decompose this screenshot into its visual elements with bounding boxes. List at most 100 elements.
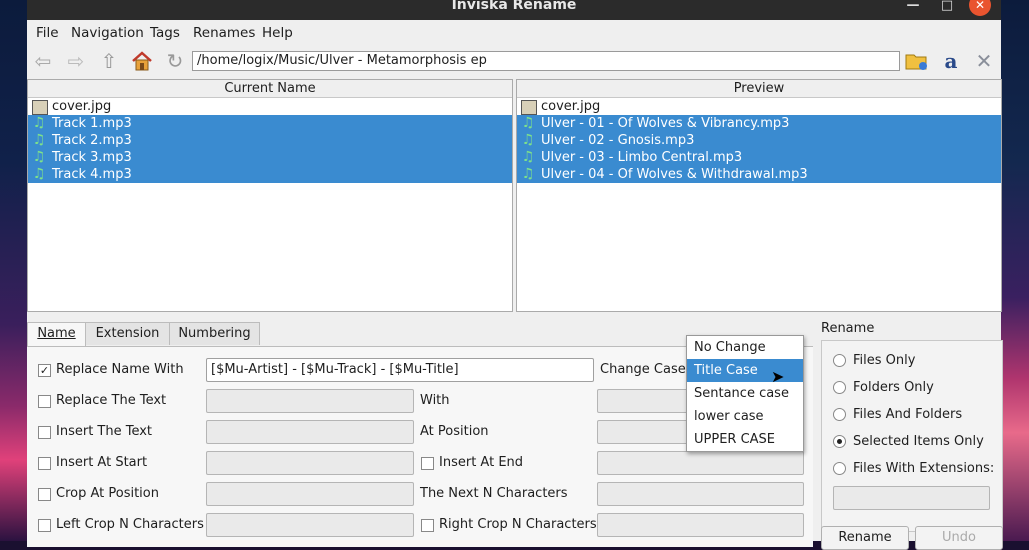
- rename-button[interactable]: Rename: [821, 526, 909, 550]
- case-option-sentance-case[interactable]: Sentance case: [687, 382, 803, 405]
- radio-selected-items-only[interactable]: [833, 435, 846, 448]
- tab-name-label: Name: [37, 326, 76, 341]
- folders-only-label: Folders Only: [853, 380, 934, 395]
- menu-file[interactable]: File: [36, 25, 59, 41]
- file-row[interactable]: cover.jpg: [28, 98, 512, 115]
- insert-start-checkbox[interactable]: [38, 457, 51, 470]
- menu-help[interactable]: Help: [262, 25, 293, 41]
- rename-group: Rename Files Only Folders Only Files And…: [821, 320, 1003, 550]
- settings-tools-icon[interactable]: ✕: [971, 48, 997, 74]
- radio-files-with-extensions[interactable]: [833, 462, 846, 475]
- crop-position-checkbox[interactable]: [38, 488, 51, 501]
- path-input[interactable]: /home/logix/Music/Ulver - Metamorphosis …: [192, 51, 900, 71]
- left-crop-input[interactable]: [206, 513, 414, 537]
- file-row[interactable]: ♫ Track 4.mp3: [28, 166, 512, 183]
- minimize-icon[interactable]: —: [903, 0, 923, 15]
- replace-name-input[interactable]: [$Mu-Artist] - [$Mu-Track] - [$Mu-Title]: [206, 358, 594, 382]
- right-crop-checkbox[interactable]: [421, 519, 434, 532]
- insert-start-input[interactable]: [206, 451, 414, 475]
- tab-numbering-label: Numbering: [178, 326, 251, 341]
- file-name: cover.jpg: [52, 99, 112, 114]
- music-note-icon: ♫: [32, 149, 46, 165]
- menu-navigation[interactable]: Navigation: [71, 25, 144, 41]
- left-crop-label: Left Crop N Characters: [56, 517, 204, 532]
- change-case-label: Change Case: [600, 362, 686, 377]
- at-position-label: At Position: [420, 424, 489, 439]
- undo-button[interactable]: Undo: [915, 526, 1003, 550]
- menu-tags[interactable]: Tags: [150, 25, 180, 41]
- tab-extension[interactable]: Extension: [85, 322, 170, 345]
- music-note-icon: ♫: [521, 115, 535, 131]
- preview-header: Preview: [517, 80, 1001, 98]
- replace-name-label: Replace Name With: [56, 362, 184, 377]
- image-icon: [32, 100, 48, 115]
- radio-files-and-folders[interactable]: [833, 408, 846, 421]
- file-name: Ulver - 02 - Gnosis.mp3: [541, 133, 695, 148]
- refresh-icon[interactable]: ↻: [162, 48, 188, 74]
- music-note-icon: ♫: [521, 132, 535, 148]
- insert-text-label: Insert The Text: [56, 424, 153, 439]
- change-case-dropdown[interactable]: No Change Title Case Sentance case lower…: [686, 335, 804, 452]
- music-note-icon: ♫: [32, 166, 46, 182]
- menu-renames[interactable]: Renames: [193, 25, 255, 41]
- radio-folders-only[interactable]: [833, 381, 846, 394]
- file-name: Track 2.mp3: [52, 133, 132, 148]
- case-option-lower-case[interactable]: lower case: [687, 405, 803, 428]
- menu-bar: File Navigation Tags Renames Help: [27, 22, 1001, 44]
- selected-items-only-label: Selected Items Only: [853, 434, 984, 449]
- files-with-extensions-label: Files With Extensions:: [853, 461, 995, 476]
- back-icon[interactable]: ⇦: [30, 48, 56, 74]
- insert-end-input[interactable]: [597, 451, 804, 475]
- music-note-icon: ♫: [32, 132, 46, 148]
- file-name: Ulver - 03 - Limbo Central.mp3: [541, 150, 743, 165]
- file-name: Ulver - 01 - Of Wolves & Vibrancy.mp3: [541, 116, 790, 131]
- file-row[interactable]: ♫ Track 1.mp3: [28, 115, 512, 132]
- case-option-title-case[interactable]: Title Case: [687, 359, 803, 382]
- next-n-chars-label: The Next N Characters: [420, 486, 568, 501]
- file-row[interactable]: cover.jpg: [517, 98, 1001, 115]
- crop-position-label: Crop At Position: [56, 486, 159, 501]
- replace-text-input[interactable]: [206, 389, 414, 413]
- file-row[interactable]: ♫ Track 3.mp3: [28, 149, 512, 166]
- music-note-icon: ♫: [32, 115, 46, 131]
- close-icon[interactable]: ✕: [969, 0, 991, 16]
- insert-text-input[interactable]: [206, 420, 414, 444]
- next-n-chars-input[interactable]: [597, 482, 804, 506]
- replace-name-checkbox[interactable]: ✓: [38, 364, 51, 377]
- tab-name[interactable]: Name: [27, 322, 86, 347]
- files-and-folders-label: Files And Folders: [853, 407, 963, 422]
- preview-panel: Preview cover.jpg ♫ Ulver - 01 - Of Wolves…: [516, 79, 1002, 312]
- file-row[interactable]: ♫ Ulver - 03 - Limbo Central.mp3: [517, 149, 1001, 166]
- insert-end-checkbox[interactable]: [421, 457, 434, 470]
- replace-text-label: Replace The Text: [56, 393, 167, 408]
- music-note-icon: ♫: [521, 149, 535, 165]
- home-icon[interactable]: [129, 48, 155, 74]
- files-only-label: Files Only: [853, 353, 916, 368]
- insert-end-label: Insert At End: [439, 455, 524, 470]
- up-icon[interactable]: ⇧: [96, 48, 122, 74]
- file-row[interactable]: ♫ Ulver - 02 - Gnosis.mp3: [517, 132, 1001, 149]
- extensions-input[interactable]: [833, 486, 990, 510]
- case-icon[interactable]: a: [938, 48, 964, 74]
- crop-position-input[interactable]: [206, 482, 414, 506]
- case-option-no-change[interactable]: No Change: [687, 336, 803, 359]
- insert-text-checkbox[interactable]: [38, 426, 51, 439]
- file-row[interactable]: ♫ Ulver - 01 - Of Wolves & Vibrancy.mp3: [517, 115, 1001, 132]
- app-window: Inviska Rename — □ ✕ File Navigation Tag…: [27, 0, 1003, 550]
- open-folder-icon[interactable]: [904, 48, 930, 74]
- file-row[interactable]: ♫ Ulver - 04 - Of Wolves & Withdrawal.mp3: [517, 166, 1001, 183]
- case-option-upper-case[interactable]: UPPER CASE: [687, 428, 803, 451]
- replace-text-checkbox[interactable]: [38, 395, 51, 408]
- insert-start-label: Insert At Start: [56, 455, 148, 470]
- file-row[interactable]: ♫ Track 2.mp3: [28, 132, 512, 149]
- image-icon: [521, 100, 537, 115]
- right-crop-input[interactable]: [597, 513, 804, 537]
- tab-numbering[interactable]: Numbering: [169, 322, 260, 345]
- toolbar: ⇦ ⇨ ⇧ ↻ /home/logix/Music/Ulver - Metamo…: [27, 46, 1001, 76]
- tab-extension-label: Extension: [95, 326, 160, 341]
- radio-files-only[interactable]: [833, 354, 846, 367]
- left-crop-checkbox[interactable]: [38, 519, 51, 532]
- desktop-background-left: [0, 0, 27, 541]
- forward-icon[interactable]: ⇨: [63, 48, 89, 74]
- maximize-icon[interactable]: □: [937, 0, 957, 15]
